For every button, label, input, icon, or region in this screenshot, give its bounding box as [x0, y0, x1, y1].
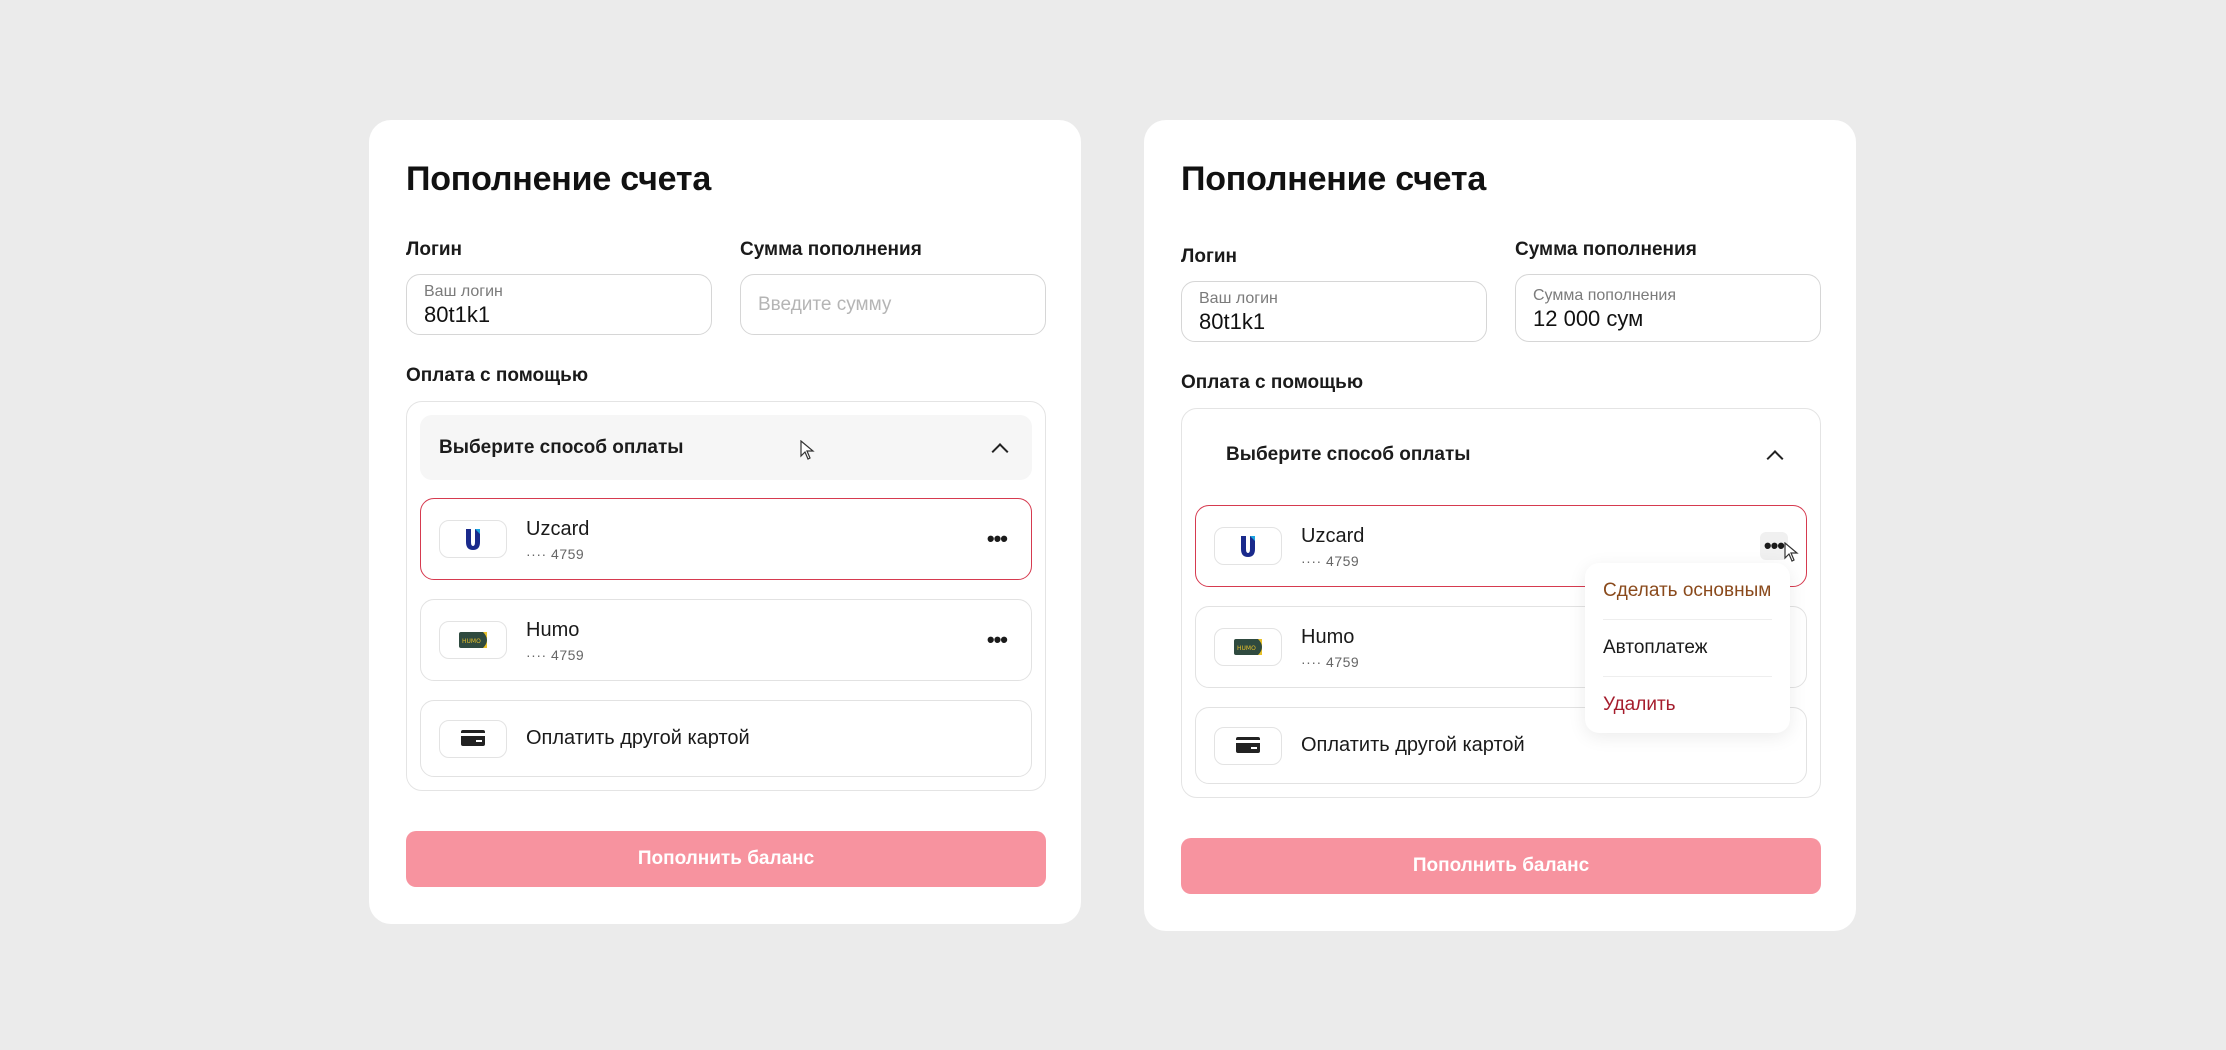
- card-context-menu: Сделать основным Автоплатеж Удалить: [1585, 563, 1790, 733]
- login-placeholder: Ваш логин: [424, 283, 503, 300]
- uzcard-logo: [439, 520, 507, 558]
- card-number: ···· 4759: [1301, 553, 1360, 569]
- login-label: Логин: [1181, 246, 1238, 267]
- amount-label: Сумма пополнения: [1515, 239, 1697, 260]
- card-number: ···· 4759: [526, 546, 585, 562]
- amount-placeholder: Введите сумму: [758, 293, 892, 315]
- chevron-up-icon[interactable]: [1766, 449, 1784, 467]
- humo-logo: HUMO: [439, 621, 507, 659]
- card-number: ···· 4759: [526, 647, 585, 663]
- payment-card-humo[interactable]: HUMO Humo ···· 4759 •••: [420, 599, 1032, 681]
- menu-item-autopay[interactable]: Автоплатеж: [1603, 620, 1772, 677]
- login-field[interactable]: Ваш логин 80t1k1: [1181, 281, 1487, 342]
- other-card-label: Оплатить другой картой: [1301, 734, 1525, 756]
- mouse-cursor-icon: [1784, 542, 1799, 562]
- selector-label: Выберите способ оплаты: [1226, 443, 1471, 465]
- amount-field[interactable]: Введите сумму: [740, 274, 1046, 335]
- mouse-cursor-icon: [800, 440, 815, 460]
- payment-card-uzcard[interactable]: Uzcard ···· 4759 •••: [420, 498, 1032, 580]
- payment-method-selector[interactable]: Выберите способ оплаты: [420, 415, 1032, 480]
- topup-balance-button[interactable]: Пополнить баланс: [406, 831, 1046, 887]
- card-number: ···· 4759: [1301, 654, 1360, 670]
- menu-item-delete[interactable]: Удалить: [1603, 677, 1772, 733]
- card-name: Uzcard: [526, 518, 590, 540]
- amount-field[interactable]: Сумма пополнения 12 000 сум: [1515, 274, 1821, 342]
- credit-card-icon: [439, 719, 507, 758]
- credit-card-icon: [1214, 726, 1282, 765]
- humo-logo: HUMO: [1214, 628, 1282, 666]
- menu-item-make-primary[interactable]: Сделать основным: [1603, 563, 1772, 620]
- uzcard-logo: [1214, 527, 1282, 565]
- topup-card-left: Пополнение счета Логин Ваш логин 80t1k1 …: [369, 120, 1081, 924]
- login-label: Логин: [406, 239, 463, 260]
- card-name: Uzcard: [1301, 525, 1365, 547]
- card-name: Humo: [1301, 626, 1355, 648]
- chevron-up-icon[interactable]: [991, 442, 1009, 460]
- login-value: 80t1k1: [1199, 309, 1266, 334]
- humo-logo-text: HUMO: [1237, 645, 1256, 652]
- more-options-icon[interactable]: •••: [983, 626, 1011, 654]
- amount-label: Сумма пополнения: [740, 239, 922, 260]
- payment-method-selector[interactable]: Выберите способ оплаты: [1195, 422, 1807, 487]
- more-options-icon[interactable]: •••: [983, 525, 1011, 553]
- payment-label: Оплата с помощью: [406, 365, 589, 386]
- topup-balance-button[interactable]: Пополнить баланс: [1181, 838, 1821, 894]
- payment-method-box: Выберите способ оплаты Uzcard ···· 4759 …: [406, 401, 1046, 791]
- amount-placeholder: Сумма пополнения: [1533, 287, 1676, 304]
- topup-card-right: Пополнение счета Логин Ваш логин 80t1k1 …: [1144, 120, 1856, 931]
- login-field[interactable]: Ваш логин 80t1k1: [406, 274, 712, 335]
- card-name: Humo: [526, 619, 580, 641]
- login-value: 80t1k1: [424, 302, 491, 327]
- login-placeholder: Ваш логин: [1199, 290, 1278, 307]
- payment-label: Оплата с помощью: [1181, 372, 1364, 393]
- pay-other-card[interactable]: Оплатить другой картой: [420, 700, 1032, 777]
- page-title: Пополнение счета: [1181, 160, 1487, 198]
- humo-logo-text: HUMO: [462, 638, 481, 645]
- selector-label: Выберите способ оплаты: [439, 436, 684, 458]
- amount-value: 12 000 сум: [1533, 306, 1644, 331]
- other-card-label: Оплатить другой картой: [526, 727, 750, 749]
- page-title: Пополнение счета: [406, 160, 712, 198]
